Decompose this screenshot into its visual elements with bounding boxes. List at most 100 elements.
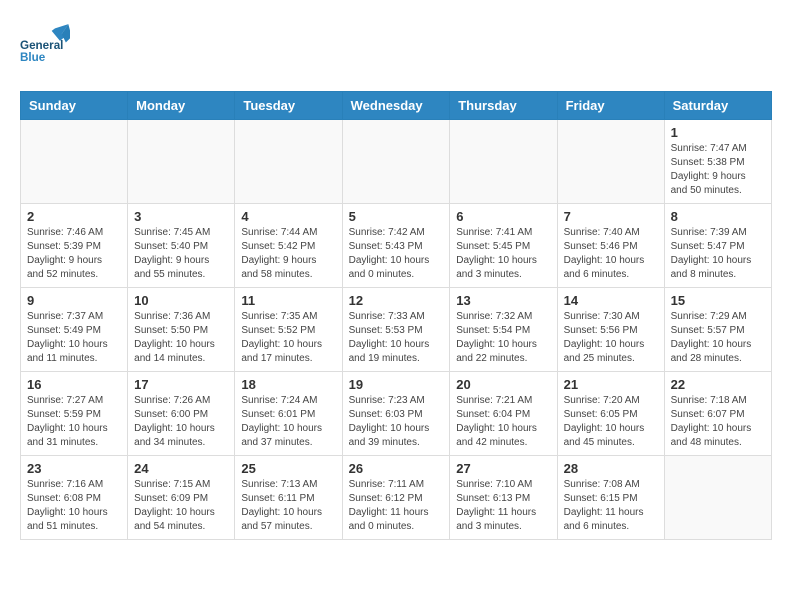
calendar-cell [235,120,342,204]
calendar-cell: 21 Sunrise: 7:20 AM Sunset: 6:05 PM Dayli… [557,372,664,456]
calendar-cell: 22 Sunrise: 7:18 AM Sunset: 6:07 PM Dayli… [664,372,771,456]
day-info: Sunrise: 7:29 AM Sunset: 5:57 PM Dayligh… [671,310,765,366]
calendar-cell: 24 Sunrise: 7:15 AM Sunset: 6:09 PM Dayli… [128,456,235,540]
day-info: Sunrise: 7:39 AM Sunset: 5:47 PM Dayligh… [671,226,765,282]
calendar-cell: 16 Sunrise: 7:27 AM Sunset: 5:59 PM Dayli… [21,372,128,456]
svg-text:Blue: Blue [20,51,46,64]
calendar-week-5: 23 Sunrise: 7:16 AM Sunset: 6:08 PM Dayli… [21,456,772,540]
day-number: 12 [349,293,444,308]
day-info: Sunrise: 7:10 AM Sunset: 6:13 PM Dayligh… [456,478,550,534]
day-number: 23 [27,461,121,476]
day-info: Sunrise: 7:24 AM Sunset: 6:01 PM Dayligh… [241,394,335,450]
day-info: Sunrise: 7:15 AM Sunset: 6:09 PM Dayligh… [134,478,228,534]
column-header-wednesday: Wednesday [342,92,450,120]
day-info: Sunrise: 7:23 AM Sunset: 6:03 PM Dayligh… [349,394,444,450]
column-header-tuesday: Tuesday [235,92,342,120]
day-number: 4 [241,209,335,224]
day-info: Sunrise: 7:36 AM Sunset: 5:50 PM Dayligh… [134,310,228,366]
day-number: 10 [134,293,228,308]
calendar-cell: 27 Sunrise: 7:10 AM Sunset: 6:13 PM Dayli… [450,456,557,540]
day-info: Sunrise: 7:20 AM Sunset: 6:05 PM Dayligh… [564,394,658,450]
day-number: 15 [671,293,765,308]
day-number: 3 [134,209,228,224]
day-number: 20 [456,377,550,392]
day-info: Sunrise: 7:44 AM Sunset: 5:42 PM Dayligh… [241,226,335,282]
day-info: Sunrise: 7:32 AM Sunset: 5:54 PM Dayligh… [456,310,550,366]
day-number: 6 [456,209,550,224]
calendar-week-1: 1Sunrise: 7:47 AM Sunset: 5:38 PM Daylig… [21,120,772,204]
calendar-cell: 14Sunrise: 7:30 AM Sunset: 5:56 PM Dayli… [557,288,664,372]
day-number: 24 [134,461,228,476]
day-number: 16 [27,377,121,392]
calendar-week-2: 2Sunrise: 7:46 AM Sunset: 5:39 PM Daylig… [21,204,772,288]
day-number: 21 [564,377,658,392]
day-info: Sunrise: 7:45 AM Sunset: 5:40 PM Dayligh… [134,226,228,282]
calendar-cell: 5 Sunrise: 7:42 AM Sunset: 5:43 PM Daylig… [342,204,450,288]
day-number: 27 [456,461,550,476]
day-info: Sunrise: 7:41 AM Sunset: 5:45 PM Dayligh… [456,226,550,282]
day-info: Sunrise: 7:27 AM Sunset: 5:59 PM Dayligh… [27,394,121,450]
day-number: 9 [27,293,121,308]
day-info: Sunrise: 7:37 AM Sunset: 5:49 PM Dayligh… [27,310,121,366]
day-number: 17 [134,377,228,392]
day-info: Sunrise: 7:47 AM Sunset: 5:38 PM Dayligh… [671,142,765,198]
calendar-cell [128,120,235,204]
day-number: 25 [241,461,335,476]
calendar-cell: 25 Sunrise: 7:13 AM Sunset: 6:11 PM Dayli… [235,456,342,540]
calendar-cell: 18 Sunrise: 7:24 AM Sunset: 6:01 PM Dayli… [235,372,342,456]
calendar-cell: 12 Sunrise: 7:33 AM Sunset: 5:53 PM Dayli… [342,288,450,372]
calendar-cell: 7 Sunrise: 7:40 AM Sunset: 5:46 PM Daylig… [557,204,664,288]
day-number: 28 [564,461,658,476]
calendar-cell: 3 Sunrise: 7:45 AM Sunset: 5:40 PM Daylig… [128,204,235,288]
day-number: 14 [564,293,658,308]
day-info: Sunrise: 7:35 AM Sunset: 5:52 PM Dayligh… [241,310,335,366]
logo: General Blue [20,20,74,75]
day-number: 5 [349,209,444,224]
calendar-cell [450,120,557,204]
day-info: Sunrise: 7:21 AM Sunset: 6:04 PM Dayligh… [456,394,550,450]
calendar-week-4: 16 Sunrise: 7:27 AM Sunset: 5:59 PM Dayli… [21,372,772,456]
calendar-cell: 28 Sunrise: 7:08 AM Sunset: 6:15 PM Dayli… [557,456,664,540]
day-info: Sunrise: 7:08 AM Sunset: 6:15 PM Dayligh… [564,478,658,534]
calendar-cell: 1Sunrise: 7:47 AM Sunset: 5:38 PM Daylig… [664,120,771,204]
calendar-table: SundayMondayTuesdayWednesdayThursdayFrid… [20,91,772,540]
day-number: 22 [671,377,765,392]
page-header: General Blue [20,20,772,75]
day-number: 11 [241,293,335,308]
calendar-cell: 20 Sunrise: 7:21 AM Sunset: 6:04 PM Dayli… [450,372,557,456]
calendar-cell [342,120,450,204]
day-info: Sunrise: 7:13 AM Sunset: 6:11 PM Dayligh… [241,478,335,534]
calendar-cell: 8Sunrise: 7:39 AM Sunset: 5:47 PM Daylig… [664,204,771,288]
column-header-friday: Friday [557,92,664,120]
calendar-cell [664,456,771,540]
day-info: Sunrise: 7:33 AM Sunset: 5:53 PM Dayligh… [349,310,444,366]
day-info: Sunrise: 7:16 AM Sunset: 6:08 PM Dayligh… [27,478,121,534]
day-info: Sunrise: 7:18 AM Sunset: 6:07 PM Dayligh… [671,394,765,450]
calendar-cell: 23 Sunrise: 7:16 AM Sunset: 6:08 PM Dayli… [21,456,128,540]
calendar-cell: 6 Sunrise: 7:41 AM Sunset: 5:45 PM Daylig… [450,204,557,288]
day-info: Sunrise: 7:11 AM Sunset: 6:12 PM Dayligh… [349,478,444,534]
column-header-saturday: Saturday [664,92,771,120]
calendar-week-3: 9 Sunrise: 7:37 AM Sunset: 5:49 PM Daylig… [21,288,772,372]
calendar-cell: 11 Sunrise: 7:35 AM Sunset: 5:52 PM Dayli… [235,288,342,372]
column-header-thursday: Thursday [450,92,557,120]
day-number: 26 [349,461,444,476]
day-number: 19 [349,377,444,392]
day-number: 13 [456,293,550,308]
day-info: Sunrise: 7:26 AM Sunset: 6:00 PM Dayligh… [134,394,228,450]
logo-bird-icon: General Blue [20,20,70,75]
day-number: 7 [564,209,658,224]
column-header-sunday: Sunday [21,92,128,120]
day-info: Sunrise: 7:40 AM Sunset: 5:46 PM Dayligh… [564,226,658,282]
calendar-cell [557,120,664,204]
day-number: 18 [241,377,335,392]
calendar-cell: 13 Sunrise: 7:32 AM Sunset: 5:54 PM Dayli… [450,288,557,372]
calendar-cell: 15 Sunrise: 7:29 AM Sunset: 5:57 PM Dayli… [664,288,771,372]
calendar-cell: 10 Sunrise: 7:36 AM Sunset: 5:50 PM Dayli… [128,288,235,372]
calendar-cell: 19 Sunrise: 7:23 AM Sunset: 6:03 PM Dayli… [342,372,450,456]
calendar-header-row: SundayMondayTuesdayWednesdayThursdayFrid… [21,92,772,120]
calendar-cell: 9 Sunrise: 7:37 AM Sunset: 5:49 PM Daylig… [21,288,128,372]
day-info: Sunrise: 7:42 AM Sunset: 5:43 PM Dayligh… [349,226,444,282]
column-header-monday: Monday [128,92,235,120]
calendar-cell: 17 Sunrise: 7:26 AM Sunset: 6:00 PM Dayli… [128,372,235,456]
